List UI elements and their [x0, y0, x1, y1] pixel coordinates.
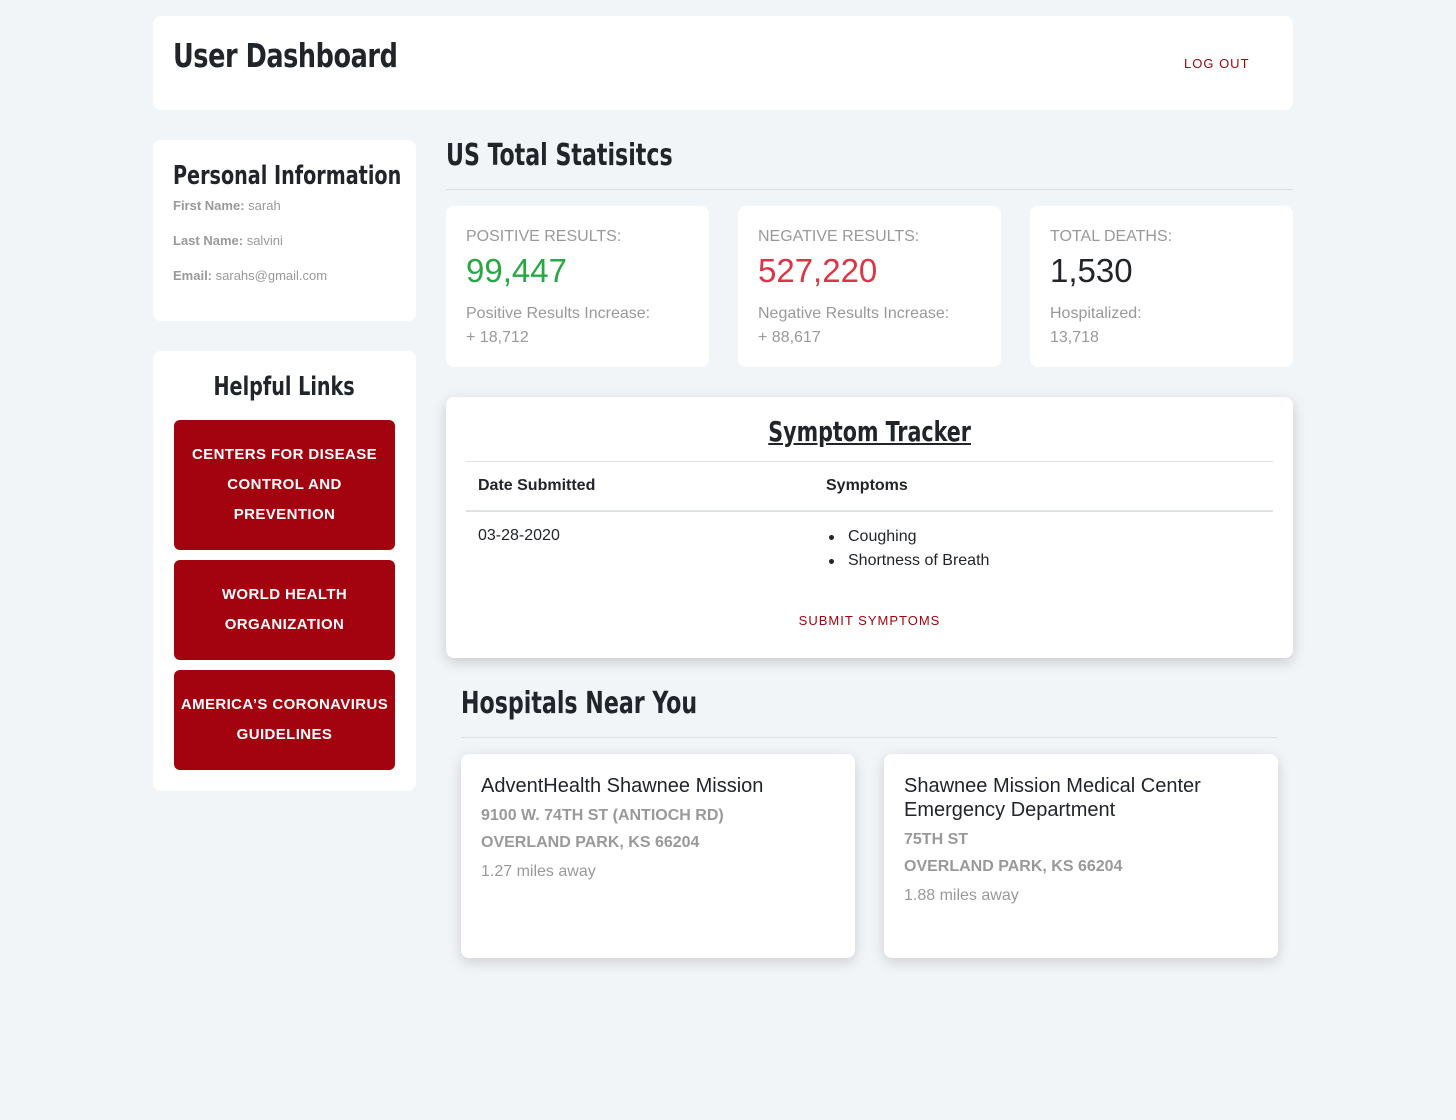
hospital-address-line2: Overland Park, KS 66204	[481, 834, 700, 851]
email-row: Email: sarahs@gmail.com	[173, 268, 327, 283]
table-top-divider	[466, 461, 1273, 462]
negative-increase-label: Negative Results Increase:	[758, 305, 950, 322]
us-stats-divider	[446, 189, 1293, 190]
symptom-list: Coughing Shortness of Breath	[826, 525, 989, 573]
personal-info-title: Personal Information	[173, 161, 402, 191]
hospital-address-line1: 75th St	[904, 831, 969, 848]
last-name-label: Last Name:	[173, 233, 244, 248]
positive-results-label: Positive Results:	[466, 228, 622, 245]
hospital-card[interactable]: Shawnee Mission Medical Center Emergency…	[884, 754, 1278, 958]
symptom-tracker-card: Symptom Tracker Date Submitted Symptoms …	[446, 397, 1293, 658]
email-label: Email:	[173, 268, 213, 283]
hospitalized: Hospitalized: 13,718	[1050, 302, 1142, 350]
page-title: User Dashboard	[173, 36, 398, 75]
column-header-symptoms: Symptoms	[826, 477, 908, 494]
first-name-row: First Name: sarah	[173, 198, 281, 213]
total-deaths-value: 1,530	[1050, 252, 1133, 289]
first-name-label: First Name:	[173, 198, 245, 213]
helpful-links-card: Helpful Links Centers for Disease Contro…	[153, 351, 416, 791]
last-name-value: salvini	[246, 233, 283, 248]
positive-results-value: 99,447	[466, 252, 567, 289]
hospital-card[interactable]: AdventHealth Shawnee Mission 9100 W. 74t…	[461, 754, 855, 958]
email-value: sarahs@gmail.com	[215, 268, 328, 283]
last-name-row: Last Name: salvini	[173, 233, 283, 248]
hospital-address-line1: 9100 W. 74th St (Antioch Rd)	[481, 807, 724, 824]
total-deaths-label: Total Deaths:	[1050, 228, 1173, 245]
header-card: User Dashboard LOG OUT	[153, 16, 1293, 110]
negative-results-value: 527,220	[758, 252, 878, 289]
us-stats-title: US Total Statisitcs	[446, 138, 673, 173]
dashboard-page: User Dashboard LOG OUT Personal Informat…	[0, 0, 1456, 1120]
hospitals-divider	[461, 737, 1278, 738]
list-item: Coughing	[826, 525, 989, 549]
table-header-divider	[466, 510, 1273, 512]
first-name-value: sarah	[248, 198, 281, 213]
positive-results-card: Positive Results: 99,447 Positive Result…	[446, 206, 709, 367]
hospital-distance: 1.88 miles away	[904, 887, 1019, 904]
column-header-date: Date Submitted	[478, 477, 596, 494]
list-item: Shortness of Breath	[826, 549, 989, 573]
logout-button[interactable]: LOG OUT	[1184, 56, 1250, 71]
us-guidelines-link-button[interactable]: America’s Coronavirus Guidelines	[174, 670, 395, 770]
positive-increase-value: + 18,712	[466, 329, 529, 346]
helpful-links-title: Helpful Links	[213, 372, 356, 402]
table-row-date: 03-28-2020	[478, 527, 560, 544]
hospitalized-value: 13,718	[1050, 329, 1099, 346]
personal-info-card: Personal Information First Name: sarah L…	[153, 140, 416, 321]
total-deaths-card: Total Deaths: 1,530 Hospitalized: 13,718	[1030, 206, 1293, 367]
hospitalized-label: Hospitalized:	[1050, 305, 1142, 322]
negative-increase: Negative Results Increase: + 88,617	[758, 302, 949, 350]
symptom-tracker-title: Symptom Tracker	[768, 415, 971, 448]
negative-results-card: Negative Results: 527,220 Negative Resul…	[738, 206, 1001, 367]
hospital-address-line2: Overland Park, KS 66204	[904, 858, 1123, 875]
submit-symptoms-button[interactable]: SUBMIT SYMPTOMS	[446, 613, 1293, 628]
positive-increase-label: Positive Results Increase:	[466, 305, 651, 322]
hospital-distance: 1.27 miles away	[481, 863, 596, 880]
cdc-link-button[interactable]: Centers for Disease Control and Preventi…	[174, 420, 395, 550]
hospital-name: AdventHealth Shawnee Mission	[481, 775, 764, 797]
hospital-name: Shawnee Mission Medical Center Emergency…	[904, 775, 1201, 821]
negative-results-label: Negative Results:	[758, 228, 920, 245]
positive-increase: Positive Results Increase: + 18,712	[466, 302, 650, 350]
negative-increase-value: + 88,617	[758, 329, 821, 346]
who-link-button[interactable]: World Health Organization	[174, 560, 395, 660]
hospitals-title: Hospitals Near You	[461, 686, 698, 721]
